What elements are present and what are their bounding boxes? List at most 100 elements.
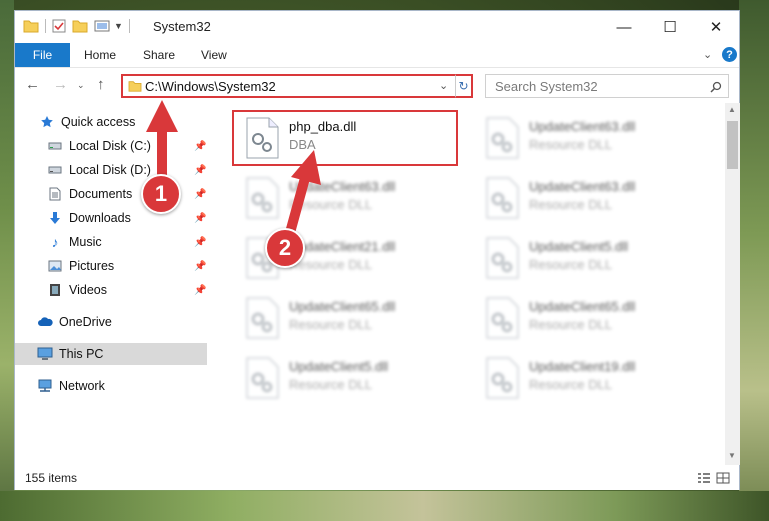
dll-file-icon [246,357,279,399]
address-bar[interactable]: C:\Windows\System32 ⌄ [121,74,473,98]
navigation-bar: ← → ⌄ ↑ C:\Windows\System32 ⌄ ↻ Search S… [15,68,739,102]
tab-share[interactable]: Share [143,43,175,67]
search-placeholder: Search System32 [495,79,598,94]
help-icon[interactable]: ? [722,47,737,62]
file-name: UpdateClient19.dll [529,359,636,374]
new-folder-icon[interactable] [72,19,88,33]
scrollbar-thumb[interactable] [727,121,738,169]
folder-icon [128,81,142,92]
sidebar-item-local-disk-d[interactable]: Local Disk (D:) 📌 [15,159,207,181]
tab-home[interactable]: Home [84,43,116,67]
expand-ribbon-icon[interactable]: ⌄ [703,48,712,61]
file-name: UpdateClient65.dll [529,299,636,314]
file-name: UpdateClient5.dll [289,359,389,374]
sidebar-item-pictures[interactable]: Pictures 📌 [15,255,207,277]
file-item[interactable]: UpdateClient65.dll Resource DLL [237,291,457,347]
dll-file-icon [486,297,519,339]
pin-icon[interactable]: 📌 [194,285,206,296]
refresh-icon: ↻ [458,79,469,93]
dll-file-icon [486,357,519,399]
up-arrow-icon[interactable]: ↑ [97,76,105,93]
vertical-scrollbar[interactable]: ▲ ▼ [725,103,740,465]
pin-icon[interactable]: 📌 [194,141,206,152]
large-icons-view-icon[interactable] [716,472,730,484]
sidebar-item-network[interactable]: Network [15,375,207,397]
properties-icon[interactable] [52,19,66,33]
file-item[interactable]: UpdateClient5.dll Resource DLL [477,231,697,287]
quick-access-toolbar: ▼ [23,19,136,33]
pin-icon[interactable]: 📌 [194,237,206,248]
file-name: UpdateClient63.dll [289,179,396,194]
sidebar-item-label: Local Disk (D:) [69,163,151,177]
title-bar: ▼ System32 — ☐ ✕ [15,11,739,43]
file-name: UpdateClient65.dll [289,299,396,314]
sidebar-item-label: Videos [69,283,107,297]
maximize-button[interactable]: ☐ [647,11,693,43]
file-name: UpdateClient63.dll [529,179,636,194]
search-icon [710,81,722,93]
dll-file-icon [486,237,519,279]
file-type: Resource DLL [289,377,373,392]
sidebar-item-label: Documents [69,187,133,201]
pin-icon[interactable]: 📌 [194,213,206,224]
tab-file[interactable]: File [15,43,70,67]
file-highlight-box [232,110,458,166]
sidebar-item-onedrive[interactable]: OneDrive [15,311,207,333]
drive-icon [47,138,63,154]
sidebar-item-music[interactable]: ♪ Music 📌 [15,231,207,253]
cloud-icon [37,314,53,330]
sidebar-item-label: Quick access [61,115,136,129]
sidebar-item-label: Downloads [69,211,131,225]
tab-view[interactable]: View [201,43,227,67]
folder-icon [23,20,39,33]
download-arrow-icon [47,210,63,226]
window-title: System32 [153,19,211,34]
dll-file-icon [246,297,279,339]
scroll-down-icon[interactable]: ▼ [728,451,736,460]
forward-arrow-icon[interactable]: → [53,76,68,93]
details-view-icon[interactable] [697,472,711,484]
sidebar-item-this-pc[interactable]: This PC [15,343,207,365]
sidebar-item-quick-access[interactable]: Quick access [15,111,207,133]
file-item[interactable]: UpdateClient63.dll Resource DLL [477,111,697,167]
pin-icon[interactable]: 📌 [194,189,206,200]
recent-locations-icon[interactable]: ⌄ [77,80,85,91]
sidebar-item-label: OneDrive [59,315,112,329]
pin-icon[interactable]: 📌 [194,261,206,272]
dll-file-icon [486,117,519,159]
sidebar-item-label: Pictures [69,259,115,273]
scroll-up-icon[interactable]: ▲ [728,105,736,114]
film-icon [47,282,63,298]
dll-file-icon [486,177,519,219]
dll-file-icon [246,177,279,219]
view-options-icon[interactable] [94,19,110,33]
close-button[interactable]: ✕ [693,11,739,43]
back-arrow-icon[interactable]: ← [25,76,40,93]
star-icon [39,114,55,130]
computer-icon [37,346,53,362]
address-path: C:\Windows\System32 [145,79,276,94]
address-dropdown-icon[interactable]: ⌄ [439,79,448,92]
pin-icon[interactable]: 📌 [194,165,206,176]
file-item[interactable]: UpdateClient63.dll Resource DLL [477,171,697,227]
search-box[interactable]: Search System32 [485,74,729,98]
music-note-icon: ♪ [51,234,59,250]
file-type: Resource DLL [529,197,613,212]
file-type: Resource DLL [289,317,373,332]
file-item[interactable]: UpdateClient63.dll Resource DLL [237,171,457,227]
customize-toolbar-icon[interactable]: ▼ [114,21,123,31]
minimize-button[interactable]: — [601,11,647,43]
sidebar-item-label: Music [69,235,102,249]
item-count: 155 items [25,471,78,485]
sidebar-item-downloads[interactable]: Downloads 📌 [15,207,207,229]
file-type: Resource DLL [289,197,373,212]
file-item[interactable]: UpdateClient65.dll Resource DLL [477,291,697,347]
file-item[interactable]: UpdateClient5.dll Resource DLL [237,351,457,407]
desktop-background-left [0,0,14,521]
sidebar-item-local-disk-c[interactable]: Local Disk (C:) 📌 [15,135,207,157]
file-item[interactable]: UpdateClient19.dll Resource DLL [477,351,697,407]
status-bar: 155 items [15,466,739,490]
sidebar-item-videos[interactable]: Videos 📌 [15,279,207,301]
refresh-button[interactable]: ↻ [455,74,473,98]
navigation-pane: Quick access Local Disk (C:) 📌 Local Dis… [15,103,207,458]
